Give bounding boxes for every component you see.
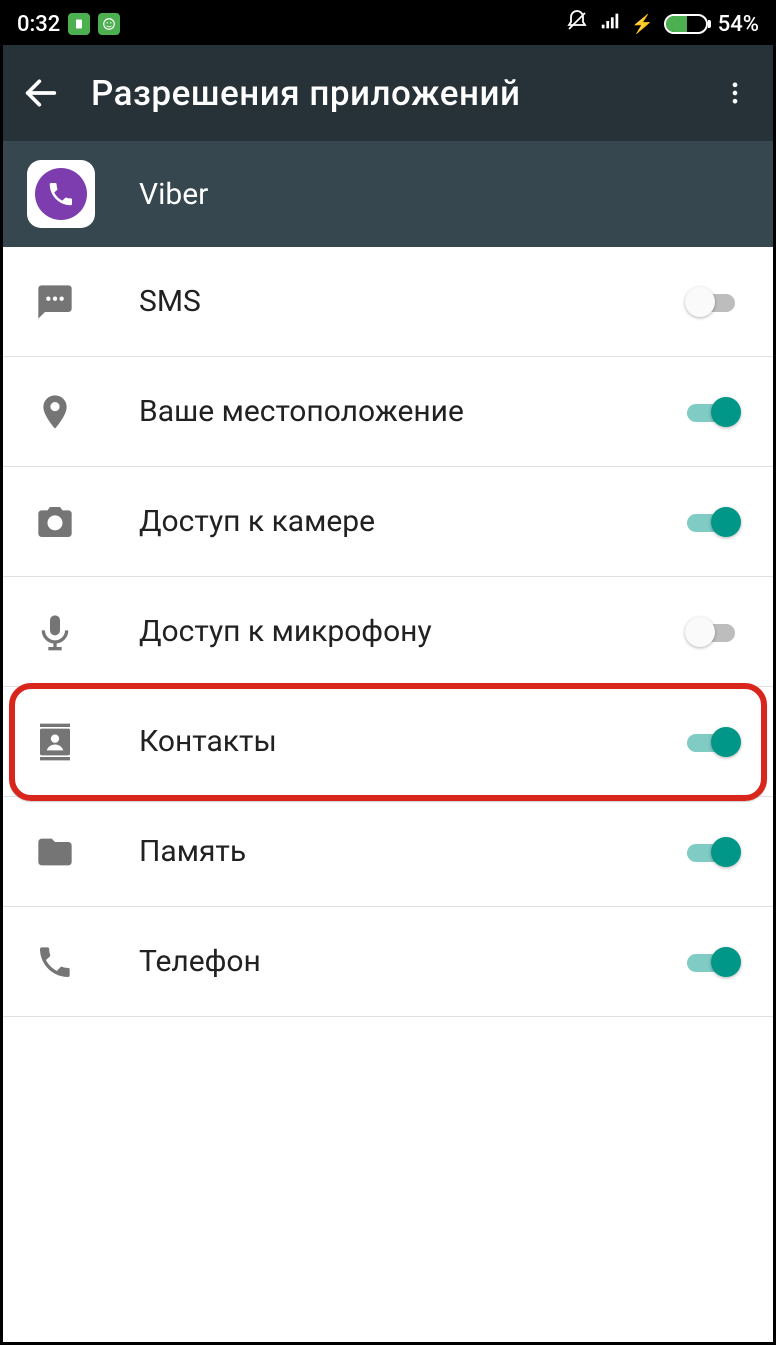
phone-icon [35,942,75,982]
back-button[interactable] [21,73,81,113]
toolbar: Разрешения приложений [3,45,773,141]
status-time: 0:32 [17,12,60,37]
permission-toggle-sms[interactable] [687,288,749,316]
permission-row-location[interactable]: Ваше местоположение [3,357,773,467]
camera-icon [35,502,75,542]
permission-label: SMS [139,284,669,319]
charging-icon: ⚡ [631,14,653,35]
permission-toggle-location[interactable] [687,398,749,426]
vibrate-icon [565,9,589,39]
permission-list: SMS Ваше местоположение Доступ к камере [3,247,773,1342]
overflow-menu-button[interactable] [715,79,755,107]
permission-row-contacts-wrap: Контакты [3,687,773,797]
status-app-icon-1 [68,13,90,35]
permission-row-sms[interactable]: SMS [3,247,773,357]
permission-row-phone[interactable]: Телефон [3,907,773,1017]
permission-toggle-camera[interactable] [687,508,749,536]
permission-label: Память [139,834,669,869]
status-app-icon-2 [98,13,120,35]
app-icon [27,160,95,228]
battery-percentage: 54% [718,12,759,37]
permission-toggle-phone[interactable] [687,948,749,976]
contacts-icon [35,722,75,762]
signal-icon [599,10,621,38]
location-icon [35,392,75,432]
viber-icon [35,168,87,220]
battery-icon [664,14,708,34]
folder-icon [35,832,75,872]
permission-row-microphone[interactable]: Доступ к микрофону [3,577,773,687]
permission-label: Доступ к камере [139,504,669,539]
status-bar: 0:32 ⚡ 54% [3,3,773,45]
permission-label: Ваше местоположение [139,394,669,429]
battery-fill [666,16,688,32]
app-header-row: Viber [3,141,773,247]
page-title: Разрешения приложений [81,73,715,114]
permission-label: Доступ к микрофону [139,614,669,649]
permission-row-contacts[interactable]: Контакты [3,687,773,797]
sms-icon [35,282,75,322]
permission-toggle-microphone[interactable] [687,618,749,646]
permission-label: Телефон [139,944,669,979]
microphone-icon [35,612,75,652]
permission-toggle-contacts[interactable] [687,728,749,756]
app-name-label: Viber [139,177,208,212]
permission-row-storage[interactable]: Память [3,797,773,907]
arrow-left-icon [21,73,61,113]
permission-label: Контакты [139,724,669,759]
more-vert-icon [721,79,749,107]
permission-row-camera[interactable]: Доступ к камере [3,467,773,577]
permission-toggle-storage[interactable] [687,838,749,866]
